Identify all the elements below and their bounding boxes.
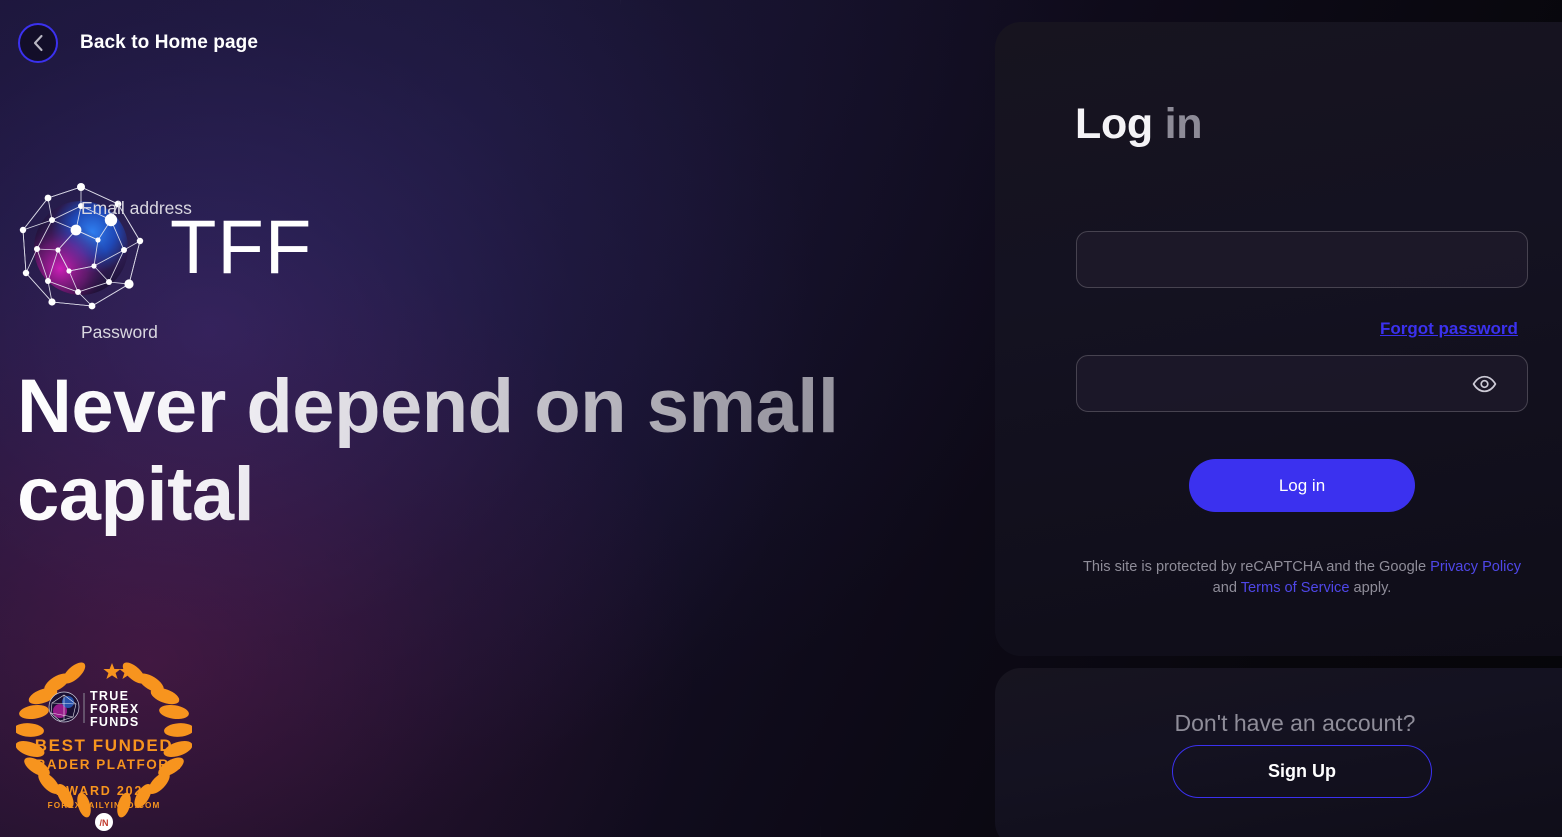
email-label: Email address: [81, 198, 192, 218]
login-button[interactable]: Log in: [1189, 459, 1415, 512]
badge-source-line: FOREXDAILYINFO.COM: [48, 801, 161, 810]
signup-button[interactable]: Sign Up: [1172, 745, 1432, 798]
recaptcha-notice: This site is protected by reCAPTCHA and …: [1074, 557, 1530, 598]
recaptcha-suffix: apply.: [1349, 579, 1392, 596]
page-title-strong: Log: [1075, 100, 1153, 148]
back-to-home-label[interactable]: Back to Home page: [80, 32, 258, 54]
login-page: Back to Home page TFF Never depend on sm…: [0, 0, 1562, 837]
privacy-policy-link[interactable]: Privacy Policy: [1430, 559, 1521, 575]
signup-card: Don't have an account? Sign Up: [995, 668, 1562, 837]
award-badge: TRUE FOREX FUNDS BEST FUNDED TRADER PLAT…: [14, 655, 194, 837]
svg-text:/N: /N: [100, 818, 109, 828]
page-title-muted: in: [1164, 100, 1203, 148]
forgot-password-link[interactable]: Forgot password: [1380, 319, 1518, 339]
chevron-left-icon[interactable]: [18, 23, 58, 63]
badge-title-line2: TRADER PLATFORM: [26, 757, 183, 772]
badge-title-line1: BEST FUNDED: [35, 736, 174, 755]
hero-headline: Never depend on small capital: [17, 363, 937, 539]
signup-question: Don't have an account?: [1174, 710, 1416, 736]
eye-icon[interactable]: [1470, 371, 1498, 397]
badge-brand-line2: FOREX: [90, 702, 140, 716]
recaptcha-prefix: This site is protected by reCAPTCHA and …: [1083, 559, 1431, 575]
back-to-home-link[interactable]: Back to Home page: [18, 23, 258, 63]
badge-brand-line1: TRUE: [90, 689, 129, 703]
recaptcha-middle: and: [1212, 579, 1241, 596]
badge-award-line: AWARD 2023: [56, 784, 152, 798]
badge-brand-line3: FUNDS: [90, 715, 140, 729]
password-label: Password: [81, 322, 158, 342]
page-title: Log in: [1075, 100, 1202, 149]
email-input[interactable]: [1076, 231, 1528, 288]
password-input[interactable]: [1076, 355, 1528, 412]
brand-logo-text: TFF: [170, 205, 313, 290]
terms-of-service-link[interactable]: Terms of Service: [1241, 580, 1350, 596]
